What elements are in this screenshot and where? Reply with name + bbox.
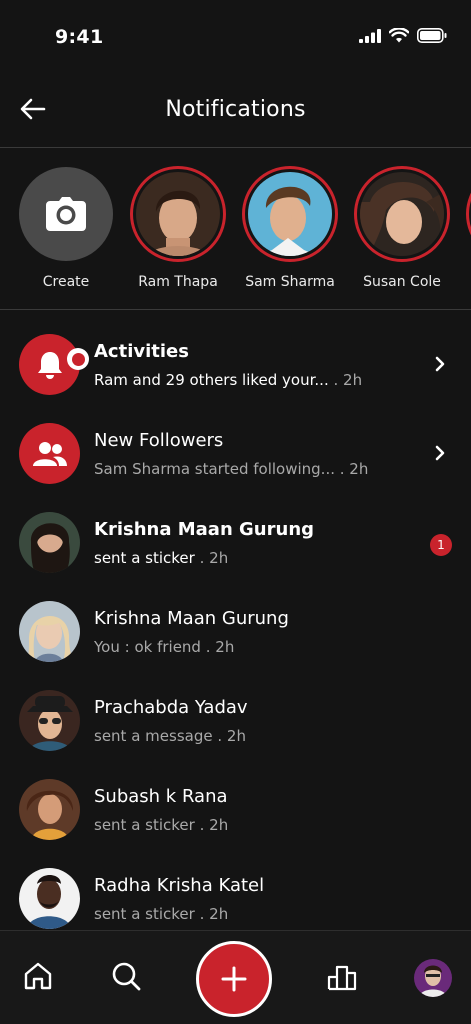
row-title: New Followers bbox=[94, 430, 224, 451]
camera-icon bbox=[46, 197, 86, 231]
wifi-icon bbox=[389, 28, 409, 43]
leaderboard-icon[interactable] bbox=[327, 961, 357, 991]
add-icon bbox=[221, 966, 247, 992]
story-label: Ram Thapa bbox=[138, 274, 218, 290]
row-time: . 2h bbox=[339, 460, 369, 478]
bottom-nav bbox=[0, 930, 471, 1024]
users-icon bbox=[32, 441, 67, 466]
row-subtitle-text: You : ok friend bbox=[94, 638, 201, 656]
story-create[interactable]: Create bbox=[16, 166, 116, 290]
list-item-message[interactable]: Subash k Rana sent a sticker . 2h bbox=[0, 765, 471, 854]
row-title: Prachabda Yadav bbox=[94, 697, 248, 718]
unread-count-badge: 1 bbox=[430, 534, 452, 556]
list-item-message[interactable]: Krishna Maan Gurung sent a sticker . 2h … bbox=[0, 498, 471, 587]
story-avatar bbox=[360, 172, 444, 256]
row-time: . 2h bbox=[199, 905, 229, 923]
story-sam-sharma[interactable]: Sam Sharma bbox=[240, 166, 340, 290]
chevron-right-icon[interactable] bbox=[435, 445, 445, 461]
row-title: Krishna Maan Gurung bbox=[94, 608, 289, 629]
story-ring bbox=[242, 166, 338, 262]
avatar bbox=[19, 779, 80, 840]
add-button[interactable] bbox=[196, 941, 272, 1017]
row-subtitle-text: Sam Sharma started following... bbox=[94, 460, 335, 478]
row-subtitle: Sam Sharma started following... . 2h bbox=[94, 460, 368, 478]
row-subtitle-text: sent a sticker bbox=[94, 905, 195, 923]
row-subtitle-text: Ram and 29 others liked your... bbox=[94, 371, 329, 389]
list-item-activities[interactable]: Activities Ram and 29 others liked your.… bbox=[0, 320, 471, 409]
battery-icon bbox=[417, 28, 447, 43]
row-subtitle-text: sent a message bbox=[94, 727, 213, 745]
row-time: . 2h bbox=[199, 549, 229, 567]
search-icon[interactable] bbox=[111, 961, 141, 991]
followers-icon-circle bbox=[19, 423, 80, 484]
page-title: Notifications bbox=[165, 97, 306, 122]
story-ring bbox=[354, 166, 450, 262]
profile-avatar[interactable] bbox=[414, 959, 452, 997]
header: Notifications bbox=[0, 70, 471, 148]
avatar bbox=[19, 868, 80, 929]
story-label: Create bbox=[42, 274, 90, 290]
row-time: . 2h bbox=[199, 816, 229, 834]
stories-strip: Create Ram Thapa Sam Sharma Susan Cole bbox=[0, 148, 471, 310]
story-susan-cole[interactable]: Susan Cole bbox=[352, 166, 452, 290]
row-time: . 2h bbox=[217, 727, 246, 745]
list-item-new-followers[interactable]: New Followers Sam Sharma started followi… bbox=[0, 409, 471, 498]
row-subtitle-text: sent a sticker bbox=[94, 816, 195, 834]
home-icon[interactable] bbox=[23, 961, 53, 991]
story-ring bbox=[466, 166, 471, 262]
row-time: . 2h bbox=[205, 638, 235, 656]
avatar bbox=[19, 601, 80, 662]
row-subtitle: You : ok friend . 2h bbox=[94, 638, 234, 656]
row-time: . 2h bbox=[333, 371, 363, 389]
row-subtitle: sent a sticker . 2h bbox=[94, 816, 228, 834]
create-story-button[interactable] bbox=[19, 167, 113, 261]
row-subtitle-text: sent a sticker bbox=[94, 549, 195, 567]
status-icons bbox=[359, 28, 447, 43]
list-item-message[interactable]: Prachabda Yadav sent a message . 2h bbox=[0, 676, 471, 765]
row-subtitle: sent a sticker . 2h bbox=[94, 905, 228, 923]
story-label: Sam Sharma bbox=[245, 274, 335, 290]
avatar bbox=[19, 512, 80, 573]
activity-dot-badge bbox=[67, 348, 89, 370]
story-label: Susan Cole bbox=[363, 274, 441, 290]
avatar bbox=[19, 690, 80, 751]
status-bar: 9:41 bbox=[0, 0, 471, 70]
story-avatar bbox=[136, 172, 220, 256]
row-title: Subash k Rana bbox=[94, 786, 228, 807]
row-title: Radha Krisha Katel bbox=[94, 875, 265, 896]
story-partial[interactable] bbox=[464, 166, 471, 262]
row-title: Krishna Maan Gurung bbox=[94, 519, 315, 540]
row-title: Activities bbox=[94, 341, 189, 362]
story-ram-thapa[interactable]: Ram Thapa bbox=[128, 166, 228, 290]
story-avatar bbox=[248, 172, 332, 256]
row-subtitle: sent a sticker . 2h bbox=[94, 549, 228, 567]
row-subtitle: Ram and 29 others liked your... . 2h bbox=[94, 371, 362, 389]
bell-icon bbox=[37, 351, 62, 379]
status-time: 9:41 bbox=[55, 26, 104, 48]
signal-icon bbox=[359, 28, 381, 43]
story-ring bbox=[130, 166, 226, 262]
list-item-message[interactable]: Krishna Maan Gurung You : ok friend . 2h bbox=[0, 587, 471, 676]
chevron-right-icon[interactable] bbox=[435, 356, 445, 372]
row-subtitle: sent a message . 2h bbox=[94, 727, 246, 745]
